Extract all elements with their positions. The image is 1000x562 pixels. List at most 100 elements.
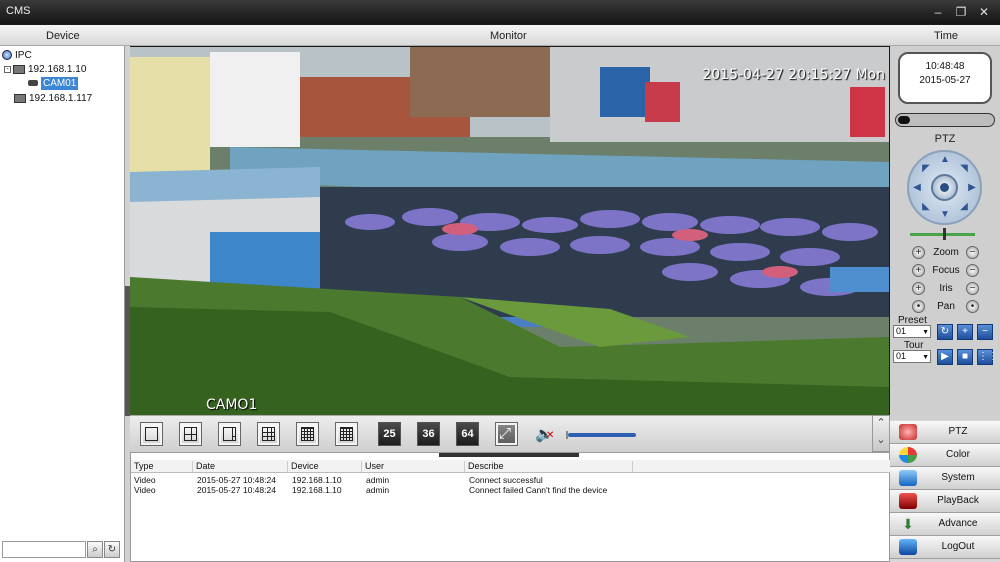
ptz-center-button[interactable]	[931, 174, 958, 201]
col-date[interactable]: Date	[193, 461, 288, 472]
ptz-down-icon[interactable]: ▼	[940, 210, 950, 220]
layout-36-button[interactable]: 36	[417, 422, 440, 446]
menu-advance-button[interactable]: ⬇ Advance	[890, 513, 1000, 536]
tree-camera-cam01[interactable]: CAM01	[28, 77, 79, 90]
system-menu-icon	[899, 470, 917, 486]
title-bar: CMS – ❐ ✕	[0, 0, 1000, 24]
ptz-menu-icon	[899, 424, 917, 440]
video-view[interactable]: 2015-04-27 20:15:27 Mon CAMO1	[130, 47, 889, 415]
layout-toolbar: 25 36 64 ⤢ 🔈 ✕	[130, 415, 889, 452]
playback-menu-icon	[899, 493, 917, 509]
slider-thumb[interactable]	[943, 228, 946, 240]
fullscreen-icon: ⤢	[499, 425, 512, 442]
dropdown-icon: ▼	[922, 354, 929, 361]
ptz-left-icon[interactable]: ◀	[912, 183, 922, 193]
event-log-panel: Type Date Device User Describe Video 201…	[130, 452, 891, 562]
osd-camera-name: CAMO1	[206, 397, 258, 413]
preset-select[interactable]: 01 ▼	[893, 325, 931, 338]
menu-color-button[interactable]: Color	[890, 444, 1000, 467]
mute-icon[interactable]: 🔈 ✕	[535, 425, 554, 443]
layout-13-button[interactable]	[296, 422, 319, 446]
ptz-upright-icon[interactable]: ◥	[959, 164, 969, 174]
log-row[interactable]: Video 2015-05-27 10:48:24 192.168.1.10 a…	[131, 485, 891, 495]
layout-6-button[interactable]	[218, 422, 241, 446]
page-arrows: ⌃ ⌄	[872, 415, 890, 452]
zoom-control: + Zoom −	[910, 246, 982, 260]
tree-device-1[interactable]: -192.168.1.10	[4, 64, 86, 75]
menu-system-button[interactable]: System	[890, 467, 1000, 490]
layout-9-button[interactable]	[257, 422, 280, 446]
ptz-center-icon	[940, 183, 949, 192]
search-icon[interactable]: ⌕	[87, 541, 103, 558]
preset-add-button[interactable]: +	[957, 324, 973, 340]
tree-device-2[interactable]: 192.168.1.117	[14, 93, 92, 104]
dvr-icon	[14, 93, 26, 103]
pan-control: • Pan •	[910, 300, 982, 314]
ptz-downright-icon[interactable]: ◢	[959, 202, 969, 212]
tour-select[interactable]: 01 ▼	[893, 350, 931, 363]
ptz-downleft-icon[interactable]: ◣	[921, 202, 931, 212]
network-icon	[2, 50, 12, 61]
col-describe[interactable]: Describe	[465, 461, 633, 472]
preset-call-button[interactable]: ↻	[937, 324, 953, 340]
ptz-up-icon[interactable]: ▲	[940, 155, 950, 165]
ptz-right-icon[interactable]: ▶	[967, 183, 977, 193]
tour-stop-button[interactable]: ■	[957, 349, 973, 365]
main-menu: PTZ Color System PlayBack ⬇ Advance LogO…	[890, 420, 1000, 562]
tree-root[interactable]: IPC	[2, 50, 32, 61]
layout-16-icon	[340, 427, 353, 441]
osd-timestamp: 2015-04-27 20:15:27 Mon	[702, 67, 885, 83]
camera-icon	[28, 80, 38, 87]
minimize-icon[interactable]: –	[930, 4, 946, 20]
menu-logout-button[interactable]: LogOut	[890, 536, 1000, 559]
focus-control: + Focus −	[910, 264, 982, 278]
pan-stop-button[interactable]: •	[966, 300, 979, 313]
status-indicator	[898, 116, 910, 124]
layout-6-icon	[223, 427, 236, 441]
log-header: Type Date Device User Describe	[131, 460, 891, 473]
layout-16-button[interactable]	[335, 422, 358, 446]
tour-play-button[interactable]: ▶	[937, 349, 953, 365]
clock-display: 10:48:48 2015-05-27	[898, 52, 992, 104]
time-header: Time	[934, 30, 959, 42]
ptz-direction-pad[interactable]: ▲ ▼ ◀ ▶ ◤ ◥ ◣ ◢	[907, 150, 982, 225]
device-search-input[interactable]	[2, 541, 86, 558]
tour-grid-button[interactable]: ⋮⋮	[977, 349, 998, 365]
arrow-down-icon[interactable]: ⌄	[873, 433, 889, 450]
focus-in-button[interactable]: +	[912, 264, 925, 277]
layout-1-button[interactable]	[140, 422, 163, 446]
layout-64-button[interactable]: 64	[456, 422, 479, 446]
menu-playback-button[interactable]: PlayBack	[890, 490, 1000, 513]
dropdown-icon: ▼	[922, 329, 929, 336]
refresh-icon[interactable]: ↻	[104, 541, 120, 558]
ptz-title: PTZ	[934, 133, 956, 145]
ptz-upleft-icon[interactable]: ◤	[921, 164, 931, 174]
menu-ptz-button[interactable]: PTZ	[890, 421, 1000, 444]
layout-9-icon	[262, 427, 275, 441]
fullscreen-button[interactable]: ⤢	[495, 422, 518, 446]
iris-close-button[interactable]: −	[966, 282, 979, 295]
zoom-in-button[interactable]: +	[912, 246, 925, 259]
iris-open-button[interactable]: +	[912, 282, 925, 295]
log-splitter[interactable]	[439, 453, 579, 457]
restore-icon[interactable]: ❐	[953, 4, 969, 20]
close-icon[interactable]: ✕	[976, 4, 992, 20]
col-device[interactable]: Device	[288, 461, 362, 472]
arrow-up-icon[interactable]: ⌃	[873, 416, 889, 433]
layout-25-button[interactable]: 25	[378, 422, 401, 446]
preset-remove-button[interactable]: −	[977, 324, 993, 340]
log-row[interactable]: Video 2015-05-27 10:48:24 192.168.1.10 a…	[131, 475, 891, 485]
col-type[interactable]: Type	[131, 461, 193, 472]
device-header: Device	[46, 30, 80, 42]
status-bar	[895, 113, 995, 127]
focus-out-button[interactable]: −	[966, 264, 979, 277]
expand-icon[interactable]: -	[4, 65, 11, 73]
ptz-speed-slider[interactable]	[910, 228, 975, 240]
layout-4-button[interactable]	[179, 422, 202, 446]
volume-slider[interactable]	[568, 433, 636, 437]
col-user[interactable]: User	[362, 461, 465, 472]
zoom-out-button[interactable]: −	[966, 246, 979, 259]
pan-start-button[interactable]: •	[912, 300, 925, 313]
layout-13-icon	[301, 427, 314, 441]
camera-feed-image	[130, 47, 889, 415]
